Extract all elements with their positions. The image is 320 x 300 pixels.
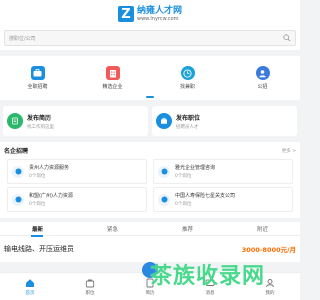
clock-icon bbox=[180, 66, 195, 80]
user-icon bbox=[266, 278, 274, 287]
search-placeholder: 搜职位/公司 bbox=[9, 35, 36, 42]
tab-nearby[interactable]: 附近 bbox=[251, 225, 274, 233]
tab-latest[interactable]: 最新 bbox=[26, 225, 49, 233]
bottom-tab-home[interactable]: 首页 bbox=[5, 278, 55, 296]
nav-item-companies[interactable]: 精选企业 bbox=[83, 66, 143, 90]
company-card[interactable]: 雅光企业管理咨询 0个岗位 bbox=[153, 159, 293, 184]
bottom-tab-jobs[interactable]: 职位 bbox=[65, 278, 115, 296]
quick-action-cards: 发布简历 找工作到这里 发布职位 招聘员人才 bbox=[0, 100, 300, 136]
nav-label: 精选企业 bbox=[102, 84, 123, 90]
company-name: 贵州人力资源服务 bbox=[29, 165, 70, 171]
carousel-indicator bbox=[146, 96, 154, 98]
famous-companies-section: 名企招聘 更多 > 贵州人力资源服务 0个岗位 雅光企业管理咨询 0个岗位 和盟(广… bbox=[0, 142, 300, 218]
bottom-tab-label: 首页 bbox=[25, 290, 35, 296]
company-job-count: 0个岗位 bbox=[29, 202, 46, 207]
company-card[interactable]: 贵州人力资源服务 0个岗位 bbox=[7, 159, 147, 184]
job-salary: 3000-8000元/月 bbox=[241, 246, 296, 254]
site-logo[interactable]: Z 纳雍人才网 www.lnyrcw.com bbox=[117, 5, 182, 22]
resume-icon bbox=[7, 113, 23, 129]
post-resume-card[interactable]: 发布简历 找工作到这里 bbox=[3, 106, 148, 136]
briefcase-icon bbox=[30, 66, 45, 80]
job-tabs: 最新 紧急 推荐 附近 bbox=[0, 222, 300, 236]
person-icon bbox=[255, 66, 270, 80]
search-input[interactable]: 搜职位/公司 bbox=[4, 30, 296, 46]
nav-label: 全职招聘 bbox=[27, 84, 48, 90]
company-card[interactable]: 中国人寿保险七星关支公司 0个岗位 bbox=[153, 187, 293, 212]
company-name: 雅光企业管理咨询 bbox=[175, 165, 216, 171]
card-subtitle: 招聘员人才 bbox=[176, 124, 199, 130]
bottom-tab-label: 消息 bbox=[205, 290, 215, 296]
company-name: 和盟(广州)人力资源 bbox=[29, 193, 73, 199]
company-job-count: 0个岗位 bbox=[175, 174, 192, 179]
post-icon bbox=[156, 113, 172, 129]
logo-mark-icon: Z bbox=[117, 6, 134, 22]
bag-icon bbox=[85, 279, 95, 287]
search-icon[interactable] bbox=[283, 34, 291, 42]
app-header: Z 纳雍人才网 www.lnyrcw.com bbox=[0, 0, 300, 28]
company-job-count: 0个岗位 bbox=[175, 202, 192, 207]
nav-item-fulltime[interactable]: 全职招聘 bbox=[8, 66, 68, 90]
nav-label: 公招 bbox=[257, 84, 268, 90]
nav-label: 找兼职 bbox=[179, 84, 195, 90]
company-logo-icon bbox=[158, 165, 170, 178]
bottom-tab-label: 简历 bbox=[145, 290, 155, 296]
watermark: 茶族收录网 bbox=[150, 264, 266, 289]
bottom-tab-label: 职位 bbox=[85, 290, 95, 296]
more-link[interactable]: 更多 > bbox=[282, 148, 296, 154]
card-title: 发布简历 bbox=[27, 114, 52, 122]
company-name: 中国人寿保险七星关支公司 bbox=[175, 193, 236, 199]
company-logo-icon bbox=[12, 165, 24, 178]
home-icon bbox=[26, 278, 34, 287]
bottom-tab-label: 我的 bbox=[265, 290, 275, 296]
nav-item-public[interactable]: 公招 bbox=[233, 66, 293, 90]
site-name: 纳雍人才网 bbox=[136, 5, 182, 16]
job-title: 输电线路、开压运维员 bbox=[4, 245, 74, 253]
card-title: 发布职位 bbox=[176, 114, 201, 122]
card-subtitle: 找工作到这里 bbox=[27, 124, 54, 130]
tab-recommended[interactable]: 推荐 bbox=[176, 225, 199, 233]
building-icon bbox=[105, 66, 120, 80]
company-job-count: 0个岗位 bbox=[29, 174, 46, 179]
category-nav: 全职招聘 精选企业 找兼职 公招 bbox=[0, 56, 300, 100]
company-logo-icon bbox=[158, 193, 170, 206]
section-title: 名企招聘 bbox=[4, 148, 29, 155]
tab-urgent[interactable]: 紧急 bbox=[101, 225, 124, 233]
company-logo-icon bbox=[12, 193, 24, 206]
company-card[interactable]: 和盟(广州)人力资源 0个岗位 bbox=[7, 187, 147, 212]
search-bar: 搜职位/公司 bbox=[0, 28, 300, 50]
site-url: www.lnyrcw.com bbox=[136, 15, 179, 22]
nav-item-parttime[interactable]: 找兼职 bbox=[158, 66, 218, 90]
post-job-card[interactable]: 发布职位 招聘员人才 bbox=[152, 106, 297, 136]
